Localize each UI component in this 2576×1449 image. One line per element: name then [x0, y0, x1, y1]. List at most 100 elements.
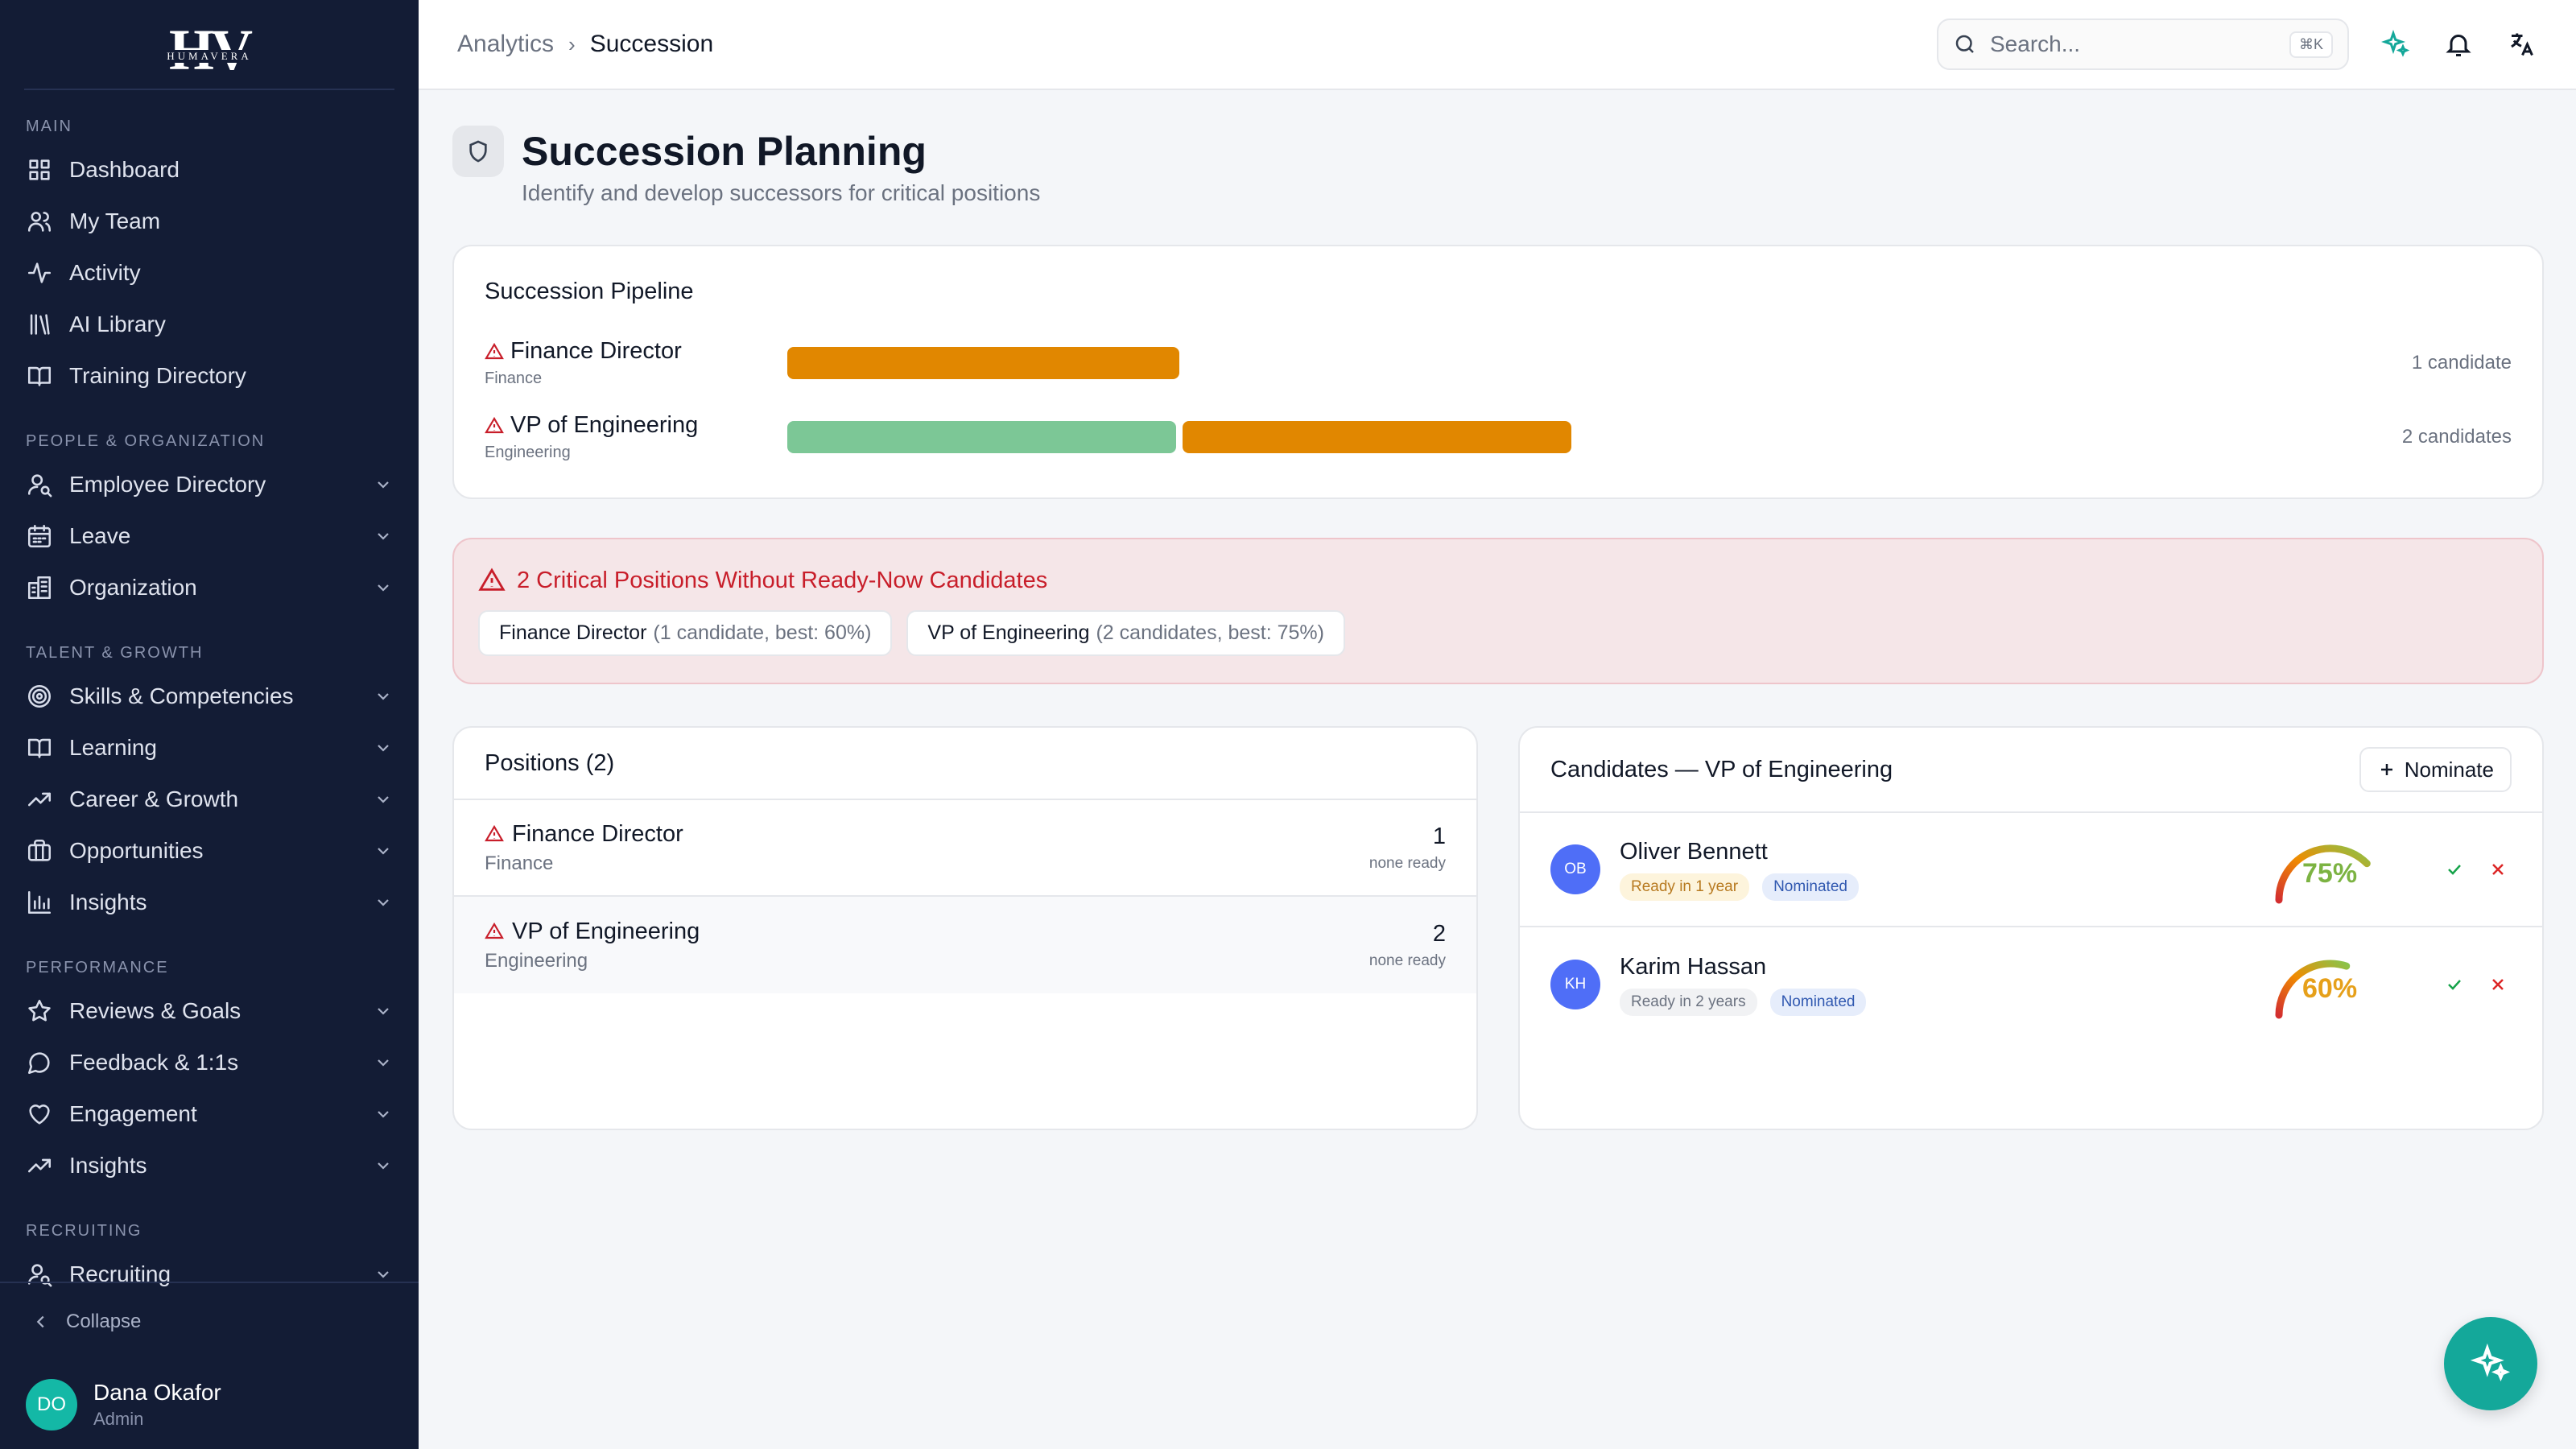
- candidate-row[interactable]: KH Karim Hassan Ready in 2 years Nominat…: [1520, 927, 2542, 1042]
- pipeline-segment-ready-1-year[interactable]: [787, 347, 1179, 379]
- candidate-row[interactable]: OB Oliver Bennett Ready in 1 year Nomina…: [1520, 813, 2542, 927]
- chevron-down-icon: [378, 1111, 389, 1118]
- sidebar-item-label: Learning: [69, 735, 157, 760]
- collapse-button[interactable]: Collapse: [0, 1283, 419, 1360]
- sidebar: HV HUMAVERA MAIN Dashboard My Team Activity…: [0, 0, 419, 1449]
- reject-button[interactable]: [2484, 856, 2512, 883]
- sidebar-item-my-team[interactable]: My Team: [0, 196, 419, 247]
- heart-icon: [26, 1100, 53, 1128]
- sidebar-item-label: My Team: [69, 208, 161, 233]
- reject-button[interactable]: [2484, 971, 2512, 998]
- readiness-score: 60%: [2302, 973, 2358, 1004]
- breadcrumb: Analytics › Succession: [457, 31, 1937, 58]
- activity-icon: [26, 259, 53, 287]
- pipeline-bar: [787, 421, 2351, 453]
- sidebar-item-insights[interactable]: Insights: [0, 1140, 419, 1191]
- breadcrumb-current: Succession: [589, 31, 714, 57]
- warning-icon: [485, 922, 504, 939]
- search-input[interactable]: [1990, 31, 2289, 57]
- warning-icon: [485, 824, 504, 842]
- ready-status: none ready: [1368, 854, 1446, 872]
- position-name: Finance Director: [485, 821, 1369, 848]
- sidebar-item-feedback-1-1s[interactable]: Feedback & 1:1s: [0, 1037, 419, 1088]
- chip-detail: (2 candidates, best: 75%): [1096, 621, 1324, 644]
- message-icon: [26, 1049, 53, 1076]
- pipeline-department: Engineering: [485, 444, 571, 461]
- alert-title: 2 Critical Positions Without Ready-Now C…: [478, 567, 2518, 594]
- sidebar-item-learning[interactable]: Learning: [0, 722, 419, 774]
- pipeline-position-name: VP of Engineering: [510, 412, 699, 438]
- trending-up-icon: [26, 786, 53, 813]
- sidebar-item-skills-competencies[interactable]: Skills & Competencies: [0, 671, 419, 722]
- sidebar-item-dashboard[interactable]: Dashboard: [0, 144, 419, 196]
- user-role: Admin: [93, 1409, 144, 1429]
- position-name-text: VP of Engineering: [512, 918, 700, 944]
- alert-chip[interactable]: VP of Engineering (2 candidates, best: 75…: [906, 610, 1345, 656]
- chevron-left-icon: [36, 1315, 44, 1328]
- breadcrumb-analytics[interactable]: Analytics: [457, 31, 554, 58]
- chevron-down-icon: [378, 693, 389, 700]
- position-department: Finance: [485, 852, 554, 874]
- pipeline-position-name: Finance Director: [510, 338, 682, 364]
- brand-logo[interactable]: HV HUMAVERA: [163, 21, 255, 79]
- users-icon: [26, 208, 53, 235]
- pipeline-position: Finance Director: [485, 338, 787, 365]
- sidebar-item-label: Opportunities: [69, 838, 204, 863]
- sidebar-item-insights[interactable]: Insights: [0, 877, 419, 928]
- approve-button[interactable]: [2441, 856, 2468, 883]
- ai-assistant-button[interactable]: [2444, 1317, 2537, 1410]
- chevron-down-icon: [378, 848, 389, 855]
- logo-area: HV HUMAVERA: [24, 0, 394, 90]
- pipeline-row[interactable]: VP of Engineering Engineering 2 candidat…: [485, 400, 2512, 474]
- shield-icon: [452, 126, 504, 177]
- position-name: VP of Engineering: [485, 919, 1369, 945]
- sidebar-item-training-directory[interactable]: Training Directory: [0, 350, 419, 402]
- sidebar-footer: Collapse DO Dana Okafor Admin: [0, 1282, 419, 1449]
- notifications-button[interactable]: [2442, 28, 2475, 60]
- logo-wordmark: HUMAVERA: [163, 50, 255, 63]
- pipeline-row[interactable]: Finance Director Finance 1 candidate: [485, 326, 2512, 400]
- chevron-down-icon: [378, 1008, 389, 1015]
- position-row[interactable]: VP of Engineering Engineering 2 none rea…: [454, 897, 1476, 993]
- language-button[interactable]: [2505, 28, 2537, 60]
- sidebar-item-label: Feedback & 1:1s: [69, 1050, 239, 1075]
- sidebar-item-organization[interactable]: Organization: [0, 562, 419, 613]
- user-profile[interactable]: DO Dana Okafor Admin: [0, 1360, 419, 1449]
- sidebar-item-label: Activity: [69, 260, 141, 285]
- approve-button[interactable]: [2441, 971, 2468, 998]
- library-icon: [26, 311, 53, 338]
- sidebar-item-opportunities[interactable]: Opportunities: [0, 825, 419, 877]
- search-box[interactable]: ⌘K: [1937, 19, 2349, 70]
- chevron-down-icon: [378, 533, 389, 540]
- alert-chip[interactable]: Finance Director (1 candidate, best: 60%): [478, 610, 893, 656]
- sidebar-item-engagement[interactable]: Engagement: [0, 1088, 419, 1140]
- page-title: Succession Planning: [522, 129, 927, 174]
- positions-card: Positions (2) Finance Director Finance 1…: [452, 726, 1478, 1130]
- chevron-down-icon: [378, 796, 389, 803]
- sidebar-item-activity[interactable]: Activity: [0, 247, 419, 299]
- pipeline-count: 2 candidates: [2401, 426, 2512, 448]
- pipeline-segment-ready-1-year[interactable]: [1183, 421, 1571, 453]
- critical-positions-alert: 2 Critical Positions Without Ready-Now C…: [452, 538, 2544, 684]
- sidebar-item-label: Engagement: [69, 1101, 197, 1126]
- sidebar-item-ai-library[interactable]: AI Library: [0, 299, 419, 350]
- candidate-count: 1: [1432, 823, 1446, 849]
- sidebar-item-reviews-goals[interactable]: Reviews & Goals: [0, 985, 419, 1037]
- close-icon: [2492, 864, 2504, 875]
- plus-icon: [2380, 764, 2392, 775]
- ai-sparkle-button[interactable]: [2380, 28, 2412, 60]
- avatar: OB: [1550, 844, 1600, 894]
- position-row[interactable]: Finance Director Finance 1 none ready: [454, 800, 1476, 897]
- chevron-down-icon: [378, 481, 389, 489]
- sidebar-item-employee-directory[interactable]: Employee Directory: [0, 459, 419, 510]
- page-subtitle: Identify and develop successors for crit…: [522, 180, 1041, 205]
- position-name-text: Finance Director: [512, 820, 683, 847]
- star-icon: [26, 997, 53, 1025]
- pipeline-segment-ready-now[interactable]: [787, 421, 1176, 453]
- chip-position: VP of Engineering: [927, 621, 1090, 644]
- candidate-name: Karim Hassan: [1620, 953, 1767, 980]
- pipeline-count: 1 candidate: [2411, 352, 2512, 374]
- sidebar-item-career-growth[interactable]: Career & Growth: [0, 774, 419, 825]
- nominate-button[interactable]: Nominate: [2359, 747, 2512, 792]
- sidebar-item-leave[interactable]: Leave: [0, 510, 419, 562]
